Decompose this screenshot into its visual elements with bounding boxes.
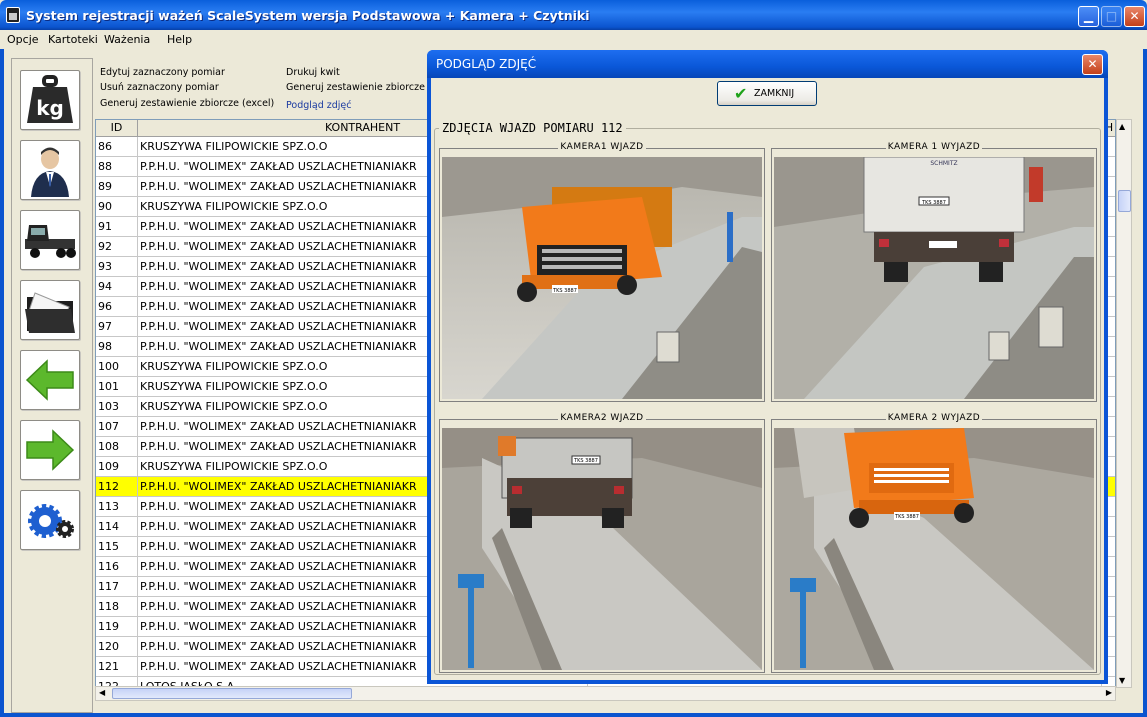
horizontal-scroll-thumb[interactable]: [112, 688, 352, 699]
user-icon: [31, 147, 69, 197]
camera2-entry-plate: TKS 3887: [573, 458, 598, 464]
cell-id: 93: [96, 257, 138, 277]
app-icon: [6, 7, 20, 23]
cell-id: 119: [96, 617, 138, 637]
svg-text:kg: kg: [36, 96, 64, 120]
col-id-header[interactable]: ID: [96, 120, 138, 137]
dialog-close-button[interactable]: ✕: [1082, 54, 1103, 75]
cell-id: 97: [96, 317, 138, 337]
cell-id: 109: [96, 457, 138, 477]
cell-id: 89: [96, 177, 138, 197]
arrow-left-icon: [25, 359, 74, 401]
documents-button[interactable]: [20, 280, 80, 340]
photo-preview-dialog: PODGLĄD ZDJĘĆ ✕ ✔ ZAMKNIJ ZDJĘCIA WJAZD …: [427, 50, 1108, 684]
menu-bar: Opcje Kartoteki Ważenia Help: [0, 30, 1147, 49]
settings-button[interactable]: [20, 490, 80, 550]
cell-id: 92: [96, 237, 138, 257]
cell-id: 94: [96, 277, 138, 297]
gears-icon: [28, 504, 74, 538]
cell-id: 108: [96, 437, 138, 457]
cell-id: 116: [96, 557, 138, 577]
window-title: System rejestracji ważeń ScaleSystem wer…: [26, 8, 590, 23]
horizontal-scrollbar[interactable]: ◀ ▶: [95, 686, 1116, 701]
cell-id: 113: [96, 497, 138, 517]
summary-link[interactable]: Generuj zestawienie zbiorcze: [286, 82, 425, 93]
window-close-button[interactable]: ✕: [1124, 6, 1145, 27]
zamknij-button[interactable]: ✔ ZAMKNIJ: [717, 81, 817, 106]
cell-id: 120: [96, 637, 138, 657]
vertical-scroll-thumb[interactable]: [1118, 190, 1131, 212]
camera2-exit-frame: KAMERA 2 WYJAZD TKS 3887: [771, 413, 1097, 673]
print-receipt-link[interactable]: Drukuj kwit: [286, 67, 340, 78]
weight-kg-icon: kg: [27, 75, 73, 123]
camera1-entry-plate: TKS 3887: [552, 288, 577, 294]
contractors-button[interactable]: [20, 140, 80, 200]
menu-opcje[interactable]: Opcje: [7, 33, 39, 46]
cell-id: 117: [96, 577, 138, 597]
camera1-entry-frame: KAMERA1 WJAZD TKS 3887: [439, 142, 765, 402]
cell-id: 88: [96, 157, 138, 177]
dialog-body: ✔ ZAMKNIJ ZDJĘCIA WJAZD POMIARU 112 KAME…: [431, 78, 1104, 680]
maximize-button[interactable]: □: [1101, 6, 1122, 27]
camera1-exit-label: KAMERA 1 WYJAZD: [885, 142, 983, 152]
cell-id: 114: [96, 517, 138, 537]
checkmark-icon: ✔: [734, 84, 748, 103]
scroll-down-icon[interactable]: ▼: [1119, 676, 1125, 685]
vertical-scrollbar[interactable]: ▲ ▼: [1116, 119, 1132, 688]
photos-section-title: ZDJĘCIA WJAZD POMIARU 112: [439, 121, 626, 135]
cell-id: 100: [96, 357, 138, 377]
summary-excel-link[interactable]: Generuj zestawienie zbiorcze (excel): [100, 98, 274, 109]
menu-help[interactable]: Help: [167, 33, 192, 46]
cell-id: 86: [96, 137, 138, 157]
folder-icon: [25, 292, 75, 333]
cell-id: 96: [96, 297, 138, 317]
arrow-right-icon: [26, 429, 75, 471]
camera1-exit-trailer-text: SCHMITZ: [930, 160, 957, 167]
camera1-exit-photo[interactable]: SCHMITZ TKS 3887: [774, 157, 1094, 399]
next-button[interactable]: [20, 420, 80, 480]
camera2-exit-photo[interactable]: TKS 3887: [774, 428, 1094, 670]
camera1-entry-photo[interactable]: TKS 3887: [442, 157, 762, 399]
cell-id: 118: [96, 597, 138, 617]
weights-button[interactable]: kg: [20, 70, 80, 130]
tool-panel: kg: [11, 58, 93, 713]
delete-measurement-link[interactable]: Usuń zaznaczony pomiar: [100, 82, 219, 93]
camera1-exit-frame: KAMERA 1 WYJAZD SCHMITZ TKS 3887: [771, 142, 1097, 402]
minimize-button[interactable]: ▁: [1078, 6, 1099, 27]
cell-id: 98: [96, 337, 138, 357]
cell-id: 91: [96, 217, 138, 237]
dialog-titlebar: PODGLĄD ZDJĘĆ ✕: [427, 50, 1108, 78]
photo-preview-link[interactable]: Podgląd zdjęć: [286, 100, 352, 111]
camera1-exit-trailer-plate: TKS 3887: [921, 200, 946, 206]
cell-id: 107: [96, 417, 138, 437]
truck-icon: [25, 225, 76, 258]
camera2-entry-label: KAMERA2 WJAZD: [558, 413, 646, 423]
cell-id: 103: [96, 397, 138, 417]
camera1-entry-label: KAMERA1 WJAZD: [558, 142, 646, 152]
window-titlebar: System rejestracji ważeń ScaleSystem wer…: [0, 0, 1147, 30]
cell-id: 115: [96, 537, 138, 557]
menu-wazenia[interactable]: Ważenia: [104, 33, 150, 46]
cell-id: 101: [96, 377, 138, 397]
camera2-entry-photo[interactable]: TKS 3887: [442, 428, 762, 670]
scroll-right-icon[interactable]: ▶: [1106, 688, 1112, 697]
dialog-title: PODGLĄD ZDJĘĆ: [436, 57, 537, 71]
cell-id: 121: [96, 657, 138, 677]
cell-id: 90: [96, 197, 138, 217]
photos-group: ZDJĘCIA WJAZD POMIARU 112 KAMERA1 WJAZD: [434, 121, 1101, 675]
camera2-exit-label: KAMERA 2 WYJAZD: [885, 413, 983, 423]
menu-kartoteki[interactable]: Kartoteki: [48, 33, 98, 46]
camera2-entry-frame: KAMERA2 WJAZD TKS 3887: [439, 413, 765, 673]
scroll-up-icon[interactable]: ▲: [1119, 122, 1125, 131]
edit-measurement-link[interactable]: Edytuj zaznaczony pomiar: [100, 67, 225, 78]
camera2-exit-plate: TKS 3887: [894, 514, 919, 520]
scroll-left-icon[interactable]: ◀: [99, 688, 105, 697]
cell-id: 112: [96, 477, 138, 497]
vehicles-button[interactable]: [20, 210, 80, 270]
previous-button[interactable]: [20, 350, 80, 410]
zamknij-label: ZAMKNIJ: [754, 88, 795, 99]
